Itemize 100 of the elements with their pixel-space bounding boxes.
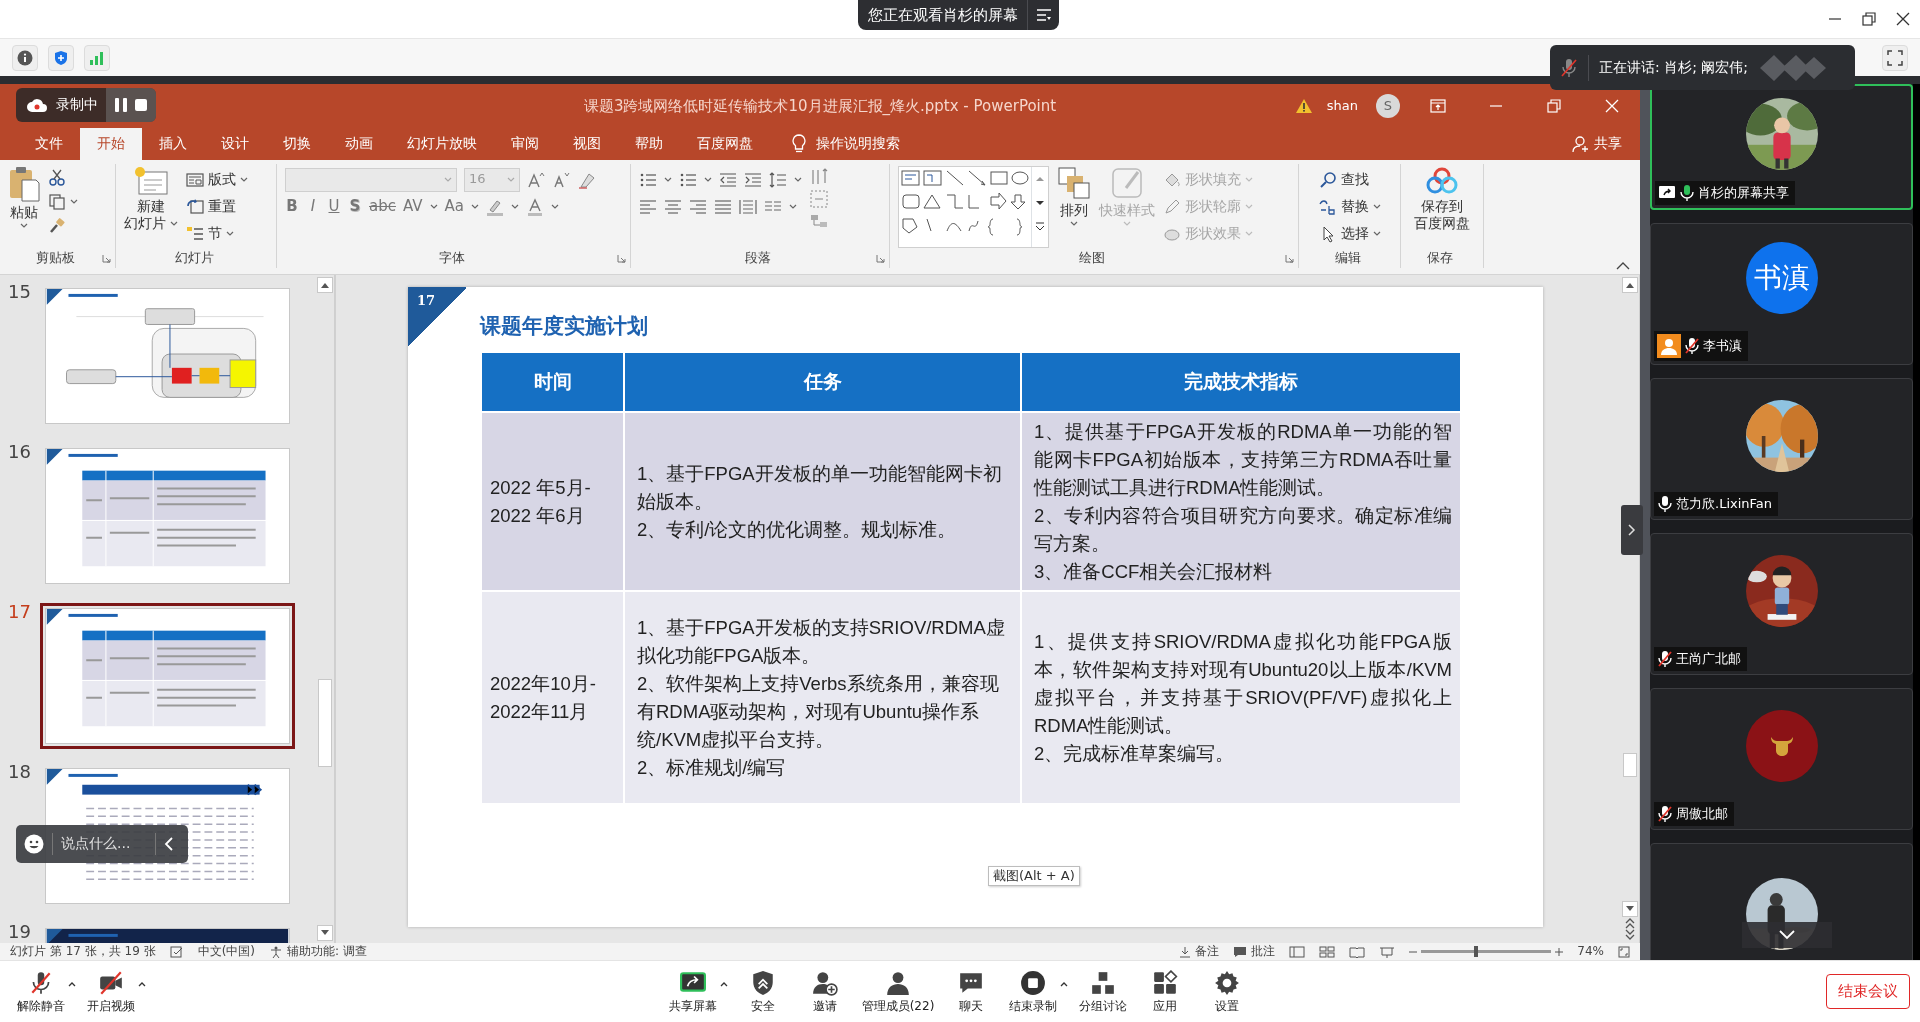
ribbon-tab[interactable]: 插入 — [142, 128, 204, 160]
scroll-down-icon[interactable] — [1625, 906, 1634, 912]
toolbar-button[interactable]: 应用 — [1134, 969, 1197, 1014]
end-meeting-button[interactable]: 结束会议 — [1826, 974, 1910, 1009]
normal-view-icon[interactable] — [1289, 945, 1306, 958]
scroll-up-icon[interactable] — [1625, 282, 1634, 288]
save-to-cloud-button[interactable]: 保存到 百度网盘 — [1414, 166, 1470, 248]
justify-icon[interactable] — [714, 197, 732, 216]
pause-icon[interactable] — [114, 97, 128, 113]
font-style-button[interactable]: AV — [402, 197, 423, 216]
font-style-button[interactable]: Aa — [444, 197, 464, 216]
grow-font-icon[interactable] — [527, 170, 545, 189]
ribbon-tab[interactable]: 开始 — [80, 128, 142, 160]
decrease-indent-icon[interactable] — [719, 170, 737, 189]
line-spacing-icon[interactable] — [769, 170, 787, 189]
fullscreen-button[interactable] — [1882, 44, 1908, 71]
replace-button[interactable]: 替换 — [1318, 195, 1381, 218]
toolbar-button[interactable]: 分组讨论 — [1072, 969, 1135, 1014]
align-left-icon[interactable] — [639, 197, 657, 216]
ribbon-tab[interactable]: 文件 — [18, 128, 80, 160]
panel-toggle[interactable] — [1621, 505, 1643, 555]
section-icon[interactable] — [186, 224, 205, 243]
fit-slide-icon[interactable] — [1618, 945, 1630, 958]
stop-icon[interactable] — [134, 98, 148, 112]
new-slide-button[interactable]: 新建 幻灯片 — [124, 166, 179, 248]
cut-icon[interactable] — [48, 168, 66, 186]
reset-button[interactable]: 重置 — [186, 195, 249, 218]
toolbar-button[interactable]: 聊天 — [940, 969, 1003, 1014]
share-button[interactable]: 共享 — [1572, 128, 1622, 160]
arrange-button[interactable]: 排列 — [1057, 166, 1091, 248]
increase-indent-icon[interactable] — [744, 170, 762, 189]
zoom-slider-thumb[interactable] — [1474, 946, 1479, 957]
paste-button[interactable]: 粘贴 — [8, 166, 40, 248]
font-style-button[interactable]: S — [348, 197, 362, 216]
scrollbar-thumb[interactable] — [1622, 753, 1637, 777]
collapse-ribbon-icon[interactable] — [1616, 262, 1630, 270]
restore-icon[interactable] — [1862, 12, 1876, 26]
tell-me-search[interactable]: 操作说明搜索 — [792, 128, 900, 160]
ribbon-tab[interactable]: 设计 — [204, 128, 266, 160]
toolbar-button[interactable]: 邀请 — [793, 969, 856, 1014]
zoom-level[interactable]: 74% — [1577, 944, 1604, 959]
toolbar-button[interactable]: 管理成员(22) — [855, 969, 941, 1014]
font-name-field[interactable] — [285, 167, 457, 192]
ribbon-tab[interactable]: 审阅 — [494, 128, 556, 160]
align-right-icon[interactable] — [689, 197, 707, 216]
close-icon[interactable] — [1896, 12, 1910, 26]
toolbar-button[interactable]: 结束录制 — [1002, 969, 1065, 1014]
font-style-button[interactable]: U — [327, 197, 341, 216]
spellcheck-icon[interactable] — [169, 945, 184, 958]
toolbar-button[interactable]: 安全 — [731, 969, 794, 1014]
smiley-icon[interactable] — [24, 834, 44, 854]
collapse-icon[interactable] — [164, 837, 174, 851]
info-button[interactable] — [12, 44, 38, 71]
toolbar-button[interactable]: 设置 — [1196, 969, 1259, 1014]
find-button[interactable]: 查找 — [1318, 168, 1381, 191]
ribbon-tab[interactable]: 幻灯片放映 — [390, 128, 494, 160]
ribbon-tab[interactable]: 切换 — [266, 128, 328, 160]
slideshow-view-icon[interactable] — [1379, 945, 1396, 958]
security-button[interactable] — [48, 44, 74, 71]
section-button[interactable]: 节 — [186, 222, 249, 245]
ribbon-tab[interactable]: 百度网盘 — [680, 128, 770, 160]
next-slide-icon[interactable] — [1624, 929, 1635, 941]
chat-input-field[interactable]: 说点什么... — [61, 835, 147, 853]
copy-icon[interactable] — [48, 192, 66, 211]
font-color-icon[interactable] — [526, 197, 544, 216]
layout-button[interactable]: 版式 — [186, 168, 249, 191]
slide-thumbnail[interactable] — [40, 603, 295, 749]
reset-icon[interactable] — [186, 197, 205, 216]
layout-icon[interactable] — [186, 170, 205, 189]
user-name[interactable]: shan — [1326, 97, 1358, 115]
user-avatar[interactable]: S — [1376, 94, 1400, 118]
ribbon-display-icon[interactable] — [1430, 99, 1446, 113]
ribbon-tab[interactable]: 帮助 — [618, 128, 680, 160]
font-style-button[interactable]: B — [285, 197, 299, 216]
menu-icon[interactable] — [1037, 9, 1051, 21]
font-style-button[interactable]: I — [306, 197, 320, 216]
comments-button[interactable]: 批注 — [1251, 944, 1276, 959]
previous-slide-icon[interactable] — [1624, 917, 1635, 929]
ribbon-tab[interactable]: 视图 — [556, 128, 618, 160]
scrollbar-thumb[interactable] — [317, 679, 332, 767]
format-painter-icon[interactable] — [48, 217, 66, 235]
toolbar-button[interactable]: 共享屏幕 — [661, 969, 724, 1014]
zoom-in-icon[interactable] — [1555, 947, 1564, 956]
sorter-view-icon[interactable] — [1319, 945, 1336, 958]
restore-icon[interactable] — [1547, 99, 1561, 113]
ribbon-tab[interactable]: 动画 — [328, 128, 390, 160]
accessibility-status[interactable]: 辅助功能: 调查 — [287, 944, 367, 959]
shrink-font-icon[interactable] — [552, 170, 570, 189]
signal-button[interactable] — [84, 44, 110, 71]
notes-button[interactable]: 备注 — [1195, 944, 1220, 959]
reading-view-icon[interactable] — [1349, 945, 1366, 958]
language-status[interactable]: 中文(中国) — [197, 944, 255, 959]
toolbar-button[interactable]: 开启视频 — [80, 969, 142, 1014]
select-button[interactable]: 选择 — [1318, 222, 1381, 245]
scroll-down-icon[interactable] — [320, 930, 329, 936]
font-style-button[interactable]: abc — [369, 197, 396, 216]
scroll-up-icon[interactable] — [320, 282, 329, 288]
align-center-icon[interactable] — [664, 197, 682, 216]
distributed-icon[interactable] — [739, 197, 757, 216]
toolbar-button[interactable]: 解除静音 — [10, 969, 72, 1014]
